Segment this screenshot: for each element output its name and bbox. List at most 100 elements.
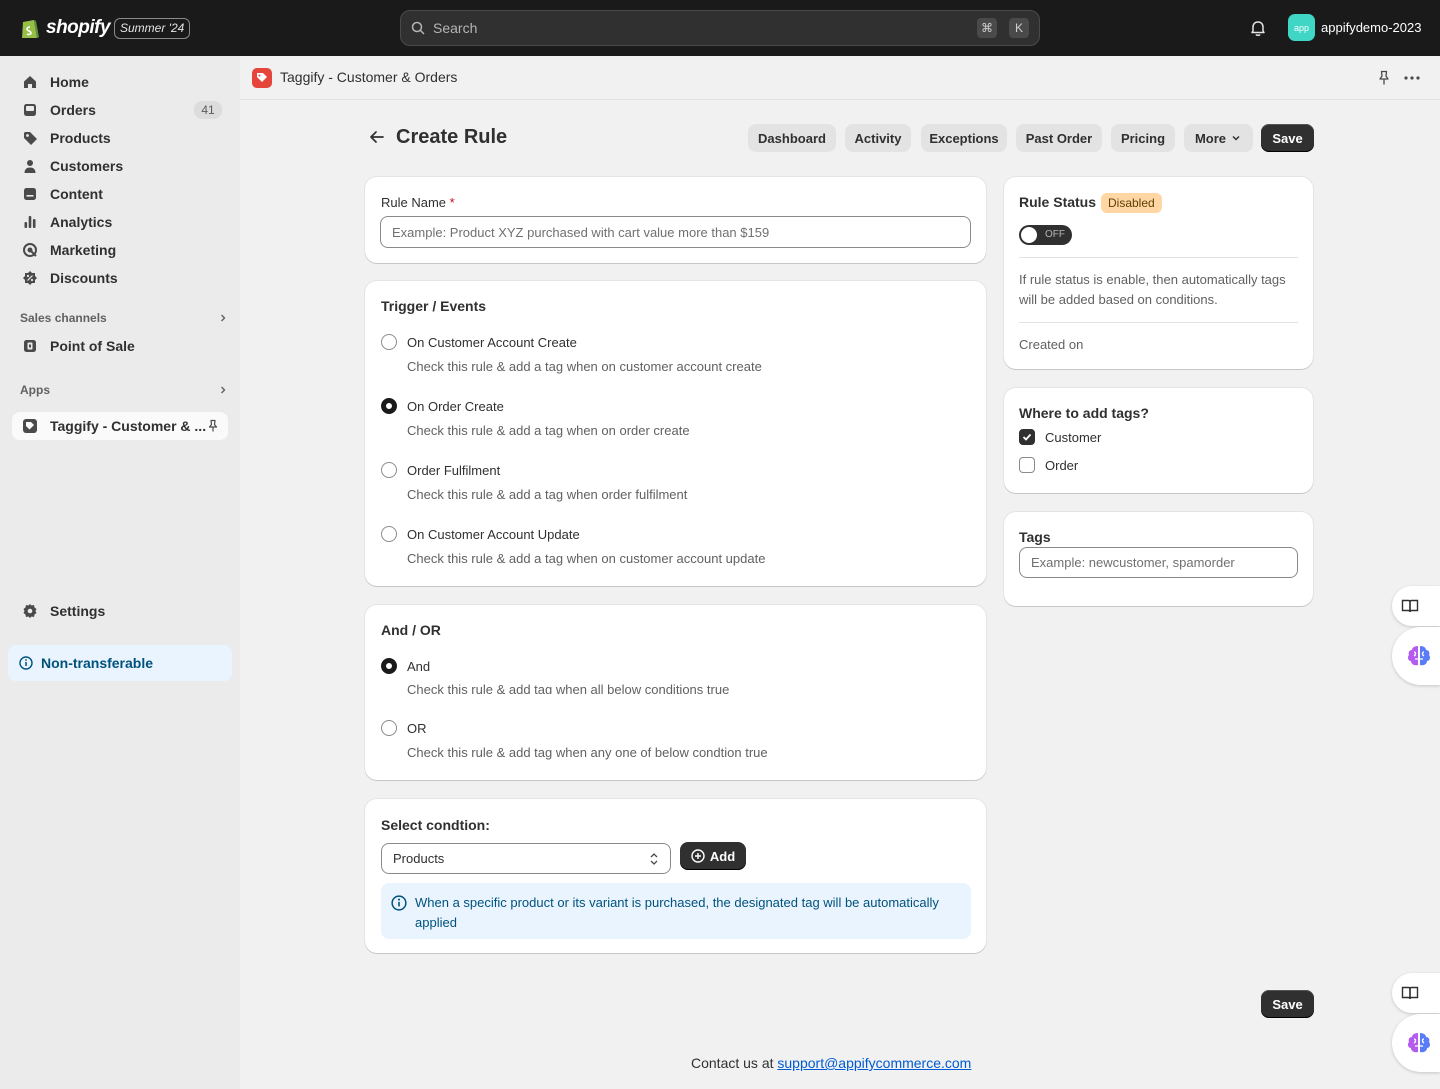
rule-name-label-text: Rule Name — [381, 195, 447, 210]
condition-select[interactable]: Products — [381, 843, 671, 874]
back-button[interactable] — [369, 129, 385, 145]
trigger-option-order-fulfilment[interactable]: Order Fulfilment — [381, 462, 500, 478]
condition-info-text: When a specific product or its variant i… — [415, 895, 939, 930]
sidebar-item-content[interactable]: Content — [12, 180, 228, 208]
checkbox[interactable] — [1019, 457, 1035, 473]
sidebar-item-discounts[interactable]: Discounts — [12, 264, 228, 292]
non-transferable-banner[interactable]: Non-transferable — [8, 645, 232, 681]
condition-info-banner: When a specific product or its variant i… — [381, 883, 971, 939]
toggle-text: OFF — [1045, 229, 1065, 240]
docs-float-button-2[interactable] — [1392, 973, 1440, 1013]
rule-status-toggle[interactable]: OFF — [1019, 225, 1072, 245]
radio-button-selected[interactable] — [381, 398, 397, 414]
sidebar-item-settings[interactable]: Settings — [12, 597, 228, 625]
sidebar-item-products[interactable]: Products — [12, 124, 228, 152]
tag-target-order[interactable]: Order — [1019, 457, 1078, 473]
shopify-logo[interactable]: shopify — [20, 16, 111, 40]
created-on-text: Created on — [1019, 337, 1084, 352]
save-button-top[interactable]: Save — [1261, 124, 1314, 152]
store-icon — [24, 340, 36, 352]
rule-name-label: Rule Name * — [381, 195, 455, 210]
sidebar-item-point-of-sale[interactable]: Point of Sale — [12, 332, 228, 360]
option-label: OR — [407, 720, 427, 736]
add-condition-button[interactable]: Add — [680, 842, 746, 870]
save-button-bottom[interactable]: Save — [1261, 990, 1314, 1018]
sidebar-item-orders[interactable]: Orders 41 — [12, 96, 228, 124]
non-transferable-label: Non-transferable — [41, 655, 154, 671]
rule-status-card: Rule Status Disabled OFF If rule status … — [1004, 177, 1313, 369]
pin-icon[interactable] — [206, 419, 220, 433]
pin-app-button[interactable] — [1377, 70, 1391, 86]
home-icon — [24, 76, 36, 88]
book-icon — [1401, 986, 1419, 1000]
trigger-option-customer-update[interactable]: On Customer Account Update — [381, 526, 580, 542]
search-bar[interactable]: Search ⌘ K — [400, 10, 1040, 46]
sidebar-item-taggify-app[interactable]: Taggify - Customer & ... — [12, 412, 228, 440]
more-options-button[interactable] — [1403, 70, 1421, 86]
checkmark-icon — [1022, 433, 1032, 441]
tab-dashboard[interactable]: Dashboard — [748, 124, 836, 152]
app-title: Taggify - Customer & Orders — [280, 69, 458, 85]
content-icon — [24, 188, 36, 200]
rule-name-input[interactable]: Example: Product XYZ purchased with cart… — [380, 216, 971, 248]
divider — [1019, 257, 1298, 258]
ai-assistant-float-button-2[interactable] — [1392, 1014, 1440, 1072]
radio-button-selected[interactable] — [381, 658, 397, 674]
taggify-logo-icon — [252, 68, 272, 88]
radio-button[interactable] — [381, 720, 397, 736]
logic-option-or[interactable]: OR — [381, 720, 427, 736]
tags-card: Tags Example: newcustomer, spamorder — [1004, 512, 1313, 606]
sidebar-item-marketing[interactable]: Marketing — [12, 236, 228, 264]
support-email-link[interactable]: support@appifycommerce.com — [777, 1055, 971, 1071]
shortcut-key-k: K — [1009, 18, 1029, 38]
docs-float-button[interactable] — [1392, 586, 1440, 626]
shopify-wordmark: shopify — [46, 17, 111, 38]
and-or-title: And / OR — [381, 622, 441, 638]
sidebar-item-label: Taggify - Customer & ... — [50, 418, 207, 434]
rule-name-placeholder: Example: Product XYZ purchased with cart… — [392, 224, 770, 240]
sidebar-item-label: Home — [50, 74, 89, 90]
ellipsis-icon — [1404, 76, 1420, 80]
radio-button[interactable] — [381, 462, 397, 478]
info-icon — [391, 895, 407, 911]
option-label: Customer — [1045, 429, 1102, 445]
more-actions-button[interactable]: More — [1184, 124, 1253, 152]
trigger-events-card: Trigger / Events On Customer Account Cre… — [365, 281, 986, 586]
bell-icon — [1251, 21, 1265, 36]
notifications-button[interactable] — [1249, 19, 1267, 37]
brain-icon — [1407, 1033, 1431, 1053]
pin-icon — [1379, 70, 1389, 85]
trigger-option-customer-create[interactable]: On Customer Account Create — [381, 334, 577, 350]
sidebar-item-customers[interactable]: Customers — [12, 152, 228, 180]
tab-activity[interactable]: Activity — [845, 124, 911, 152]
tab-pricing[interactable]: Pricing — [1111, 124, 1175, 152]
sidebar-item-label: Analytics — [50, 214, 113, 230]
radio-button[interactable] — [381, 526, 397, 542]
option-description: Check this rule & add tag when all below… — [407, 682, 730, 694]
tab-past-order[interactable]: Past Order — [1016, 124, 1102, 152]
logic-option-and[interactable]: And — [381, 658, 430, 674]
trigger-option-order-create[interactable]: On Order Create — [381, 398, 504, 414]
option-description: Check this rule & add a tag when on cust… — [407, 551, 766, 566]
trigger-title: Trigger / Events — [381, 298, 487, 314]
tag-target-customer[interactable]: Customer — [1019, 429, 1101, 445]
apps-header[interactable]: Apps — [20, 380, 228, 400]
sidebar-item-analytics[interactable]: Analytics — [12, 208, 228, 236]
brain-icon — [1407, 646, 1431, 666]
store-menu[interactable]: app appifydemo-2023 — [1288, 14, 1421, 41]
tags-input[interactable]: Example: newcustomer, spamorder — [1019, 547, 1298, 578]
apps-label: Apps — [20, 383, 50, 397]
sidebar-item-home[interactable]: Home — [12, 68, 228, 96]
sidebar-item-label: Point of Sale — [50, 338, 135, 354]
tab-exceptions[interactable]: Exceptions — [921, 124, 1007, 152]
edition-badge[interactable]: Summer '24 — [114, 18, 191, 39]
sidebar-item-label: Settings — [50, 603, 106, 619]
sales-channels-header[interactable]: Sales channels — [20, 308, 228, 328]
tags-title: Tags — [1019, 529, 1051, 545]
and-or-card: And / OR And Check this rule & add tag w… — [365, 605, 986, 780]
info-icon — [19, 656, 33, 670]
shortcut-key-cmd: ⌘ — [977, 18, 997, 38]
radio-button[interactable] — [381, 334, 397, 350]
ai-assistant-float-button[interactable] — [1392, 627, 1440, 685]
checkbox-checked[interactable] — [1019, 429, 1035, 445]
